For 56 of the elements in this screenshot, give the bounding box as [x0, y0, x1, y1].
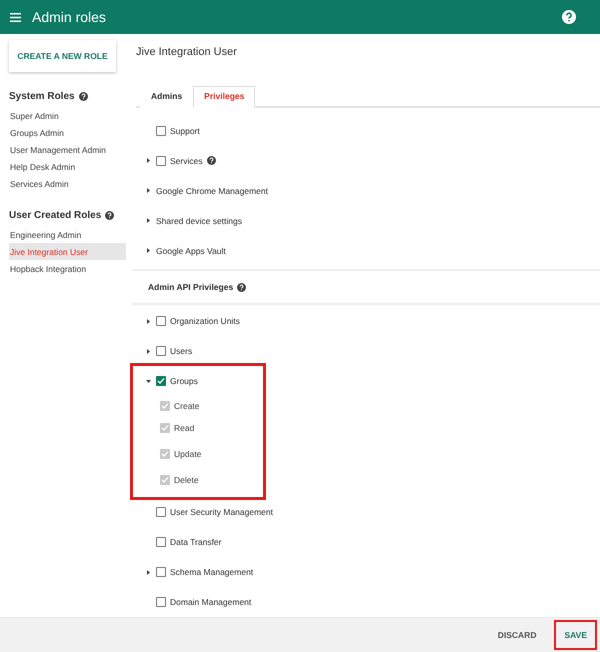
- role-item[interactable]: Jive Integration User: [9, 243, 126, 260]
- expand-arrow-icon[interactable]: [146, 378, 150, 384]
- help-icon[interactable]: [78, 92, 88, 100]
- checkbox[interactable]: [156, 567, 166, 577]
- tab[interactable]: Privileges: [193, 86, 256, 108]
- privilege-label: Schema Management: [170, 567, 254, 577]
- role-item[interactable]: Groups Admin: [9, 124, 126, 141]
- privilege-label: Support: [170, 126, 200, 136]
- role-item[interactable]: Super Admin: [9, 107, 126, 124]
- role-item[interactable]: User Management Admin: [9, 141, 126, 158]
- help-icon[interactable]: [562, 10, 576, 24]
- role-item[interactable]: Engineering Admin: [9, 226, 126, 243]
- checkbox[interactable]: [156, 156, 166, 166]
- role-item[interactable]: Hopback Integration: [9, 260, 126, 277]
- checkbox[interactable]: [156, 126, 166, 136]
- privilege-label: Organization Units: [170, 316, 240, 326]
- privilege-label: Update: [174, 449, 202, 459]
- discard-button[interactable]: DISCARD: [488, 620, 546, 650]
- checkbox[interactable]: [156, 537, 166, 547]
- privilege-label: Google Apps Vault: [156, 246, 226, 256]
- expand-arrow-icon[interactable]: [146, 348, 150, 354]
- menu-icon[interactable]: [10, 12, 21, 22]
- app-title: Admin roles: [32, 9, 107, 25]
- checkbox[interactable]: [156, 376, 166, 386]
- help-icon[interactable]: [206, 156, 216, 166]
- role-item[interactable]: Help Desk Admin: [9, 158, 126, 175]
- privilege-label: User Security Management: [170, 507, 273, 517]
- expand-arrow-icon[interactable]: [146, 218, 150, 224]
- create-role-button[interactable]: CREATE A NEW ROLE: [9, 40, 116, 72]
- privilege-label: Data Transfer: [170, 537, 222, 547]
- privilege-label: Delete: [174, 475, 199, 485]
- privilege-label: Domain Management: [170, 597, 252, 607]
- privilege-label: Services: [170, 156, 203, 166]
- checkbox[interactable]: [156, 316, 166, 326]
- role-title: Jive Integration User: [136, 45, 238, 60]
- privilege-label: Shared device settings: [156, 216, 242, 226]
- section-title: Admin API Privileges: [148, 282, 234, 292]
- help-icon[interactable]: [105, 210, 114, 220]
- privilege-label: Create: [174, 400, 200, 410]
- expand-arrow-icon[interactable]: [146, 158, 150, 164]
- checkbox[interactable]: [156, 507, 166, 517]
- expand-arrow-icon[interactable]: [146, 318, 150, 324]
- privilege-label: Users: [170, 346, 192, 356]
- section-title: System Roles: [9, 90, 75, 102]
- expand-arrow-icon[interactable]: [146, 570, 150, 574]
- section-title: User Created Roles: [9, 210, 102, 220]
- privilege-label: Read: [174, 423, 194, 433]
- role-item[interactable]: Services Admin: [9, 175, 126, 192]
- privilege-label: Groups: [170, 376, 198, 386]
- expand-arrow-icon[interactable]: [146, 248, 150, 254]
- expand-arrow-icon[interactable]: [146, 188, 150, 194]
- checkbox[interactable]: [156, 346, 166, 356]
- privilege-label: Google Chrome Management: [156, 186, 268, 196]
- help-icon[interactable]: [237, 282, 246, 292]
- checkbox[interactable]: [156, 597, 166, 607]
- save-button[interactable]: SAVE: [554, 620, 597, 650]
